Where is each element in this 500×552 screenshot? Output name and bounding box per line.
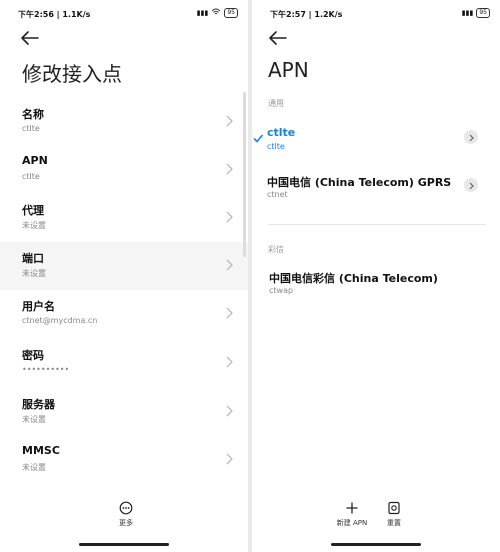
apn-item-gprs[interactable]: 中国电信 (China Telecom) GPRS ctnet — [252, 166, 500, 210]
home-indicator — [79, 543, 169, 546]
edit-apn-screen: 下午2:56 | 1.1K/s ▮▮▮ 95 修改接入点 名称 ctlte AP… — [0, 0, 248, 552]
field-mmsc[interactable]: MMSC 未设置 — [0, 436, 248, 484]
field-label: 端口 — [22, 252, 44, 265]
apn-list-screen: 下午2:57 | 1.2K/s ▮▮▮ 95 APN 通用 ctlte ctlt… — [252, 0, 500, 552]
field-name[interactable]: 名称 ctlte — [0, 98, 248, 146]
reset-label: 重置 — [387, 519, 401, 527]
chevron-right-icon — [226, 163, 233, 175]
field-value: 未设置 — [22, 269, 46, 278]
field-password[interactable]: 密码 •••••••••• — [0, 339, 248, 387]
field-server[interactable]: 服务器 未设置 — [0, 388, 248, 436]
status-time: 下午2:57 | 1.2K/s — [270, 10, 343, 19]
battery-icon: 95 — [476, 8, 490, 18]
field-label: 代理 — [22, 204, 44, 217]
page-title: APN — [268, 58, 309, 82]
field-value: 未设置 — [22, 463, 46, 472]
apn-value: ctnet — [267, 190, 288, 199]
apn-name: 中国电信彩信 (China Telecom) — [269, 272, 438, 285]
wifi-icon — [211, 8, 221, 18]
check-icon — [253, 134, 264, 143]
status-bar: 下午2:57 | 1.2K/s ▮▮▮ 95 — [252, 8, 500, 22]
apn-item-ctlte[interactable]: ctlte ctlte — [252, 118, 500, 162]
section-divider — [268, 224, 486, 225]
field-value: 未设置 — [22, 415, 46, 424]
field-label: 密码 — [22, 349, 44, 362]
field-value: ctlte — [22, 172, 40, 181]
field-value: ctlte — [22, 124, 40, 133]
status-bar: 下午2:56 | 1.1K/s ▮▮▮ 95 — [0, 8, 248, 22]
plus-icon — [346, 502, 358, 514]
more-button[interactable]: 更多 — [106, 501, 146, 528]
apn-value: ctlte — [267, 142, 285, 151]
chevron-right-icon — [226, 115, 233, 127]
battery-icon: 95 — [224, 8, 238, 18]
field-value: ctnet@mycdma.cn — [22, 316, 98, 325]
chevron-right-icon — [469, 182, 474, 190]
chevron-right-icon — [469, 134, 474, 142]
reset-button[interactable]: 重置 — [382, 501, 406, 528]
status-icons: ▮▮▮ 95 — [462, 8, 490, 18]
field-label: 名称 — [22, 108, 44, 121]
field-label: APN — [22, 154, 48, 167]
field-proxy[interactable]: 代理 未设置 — [0, 194, 248, 242]
field-apn[interactable]: APN ctlte — [0, 146, 248, 194]
apn-name: 中国电信 (China Telecom) GPRS — [267, 176, 452, 189]
field-label: 用户名 — [22, 300, 55, 313]
back-arrow-icon[interactable] — [20, 30, 40, 46]
apn-detail-button[interactable] — [464, 178, 478, 192]
apn-name: ctlte — [267, 126, 296, 139]
field-port[interactable]: 端口 未设置 — [0, 242, 248, 290]
apn-item-mms[interactable]: 中国电信彩信 (China Telecom) ctwap — [254, 262, 500, 306]
apn-detail-button[interactable] — [464, 130, 478, 144]
home-indicator — [331, 543, 421, 546]
page-title: 修改接入点 — [22, 62, 122, 86]
field-value: •••••••••• — [22, 365, 70, 374]
reset-icon — [388, 501, 400, 515]
back-arrow-icon[interactable] — [268, 30, 288, 46]
field-value: 未设置 — [22, 221, 46, 230]
field-label: 服务器 — [22, 398, 55, 411]
chevron-right-icon — [226, 307, 233, 319]
section-general: 通用 — [268, 99, 284, 108]
chevron-right-icon — [226, 356, 233, 368]
more-label: 更多 — [119, 519, 133, 527]
status-time: 下午2:56 | 1.1K/s — [18, 10, 91, 19]
status-icons: ▮▮▮ 95 — [197, 8, 238, 18]
more-icon — [119, 501, 133, 515]
chevron-right-icon — [226, 211, 233, 223]
field-label: MMSC — [22, 444, 60, 457]
chevron-right-icon — [226, 259, 233, 271]
chevron-right-icon — [226, 405, 233, 417]
chevron-right-icon — [226, 453, 233, 465]
field-username[interactable]: 用户名 ctnet@mycdma.cn — [0, 290, 248, 338]
section-mms: 彩信 — [268, 245, 284, 254]
scrollbar[interactable] — [243, 92, 246, 257]
apn-value: ctwap — [269, 286, 294, 295]
new-apn-button[interactable]: 新建 APN — [334, 501, 370, 528]
signal-icon: ▮▮▮ — [461, 9, 474, 17]
signal-icon: ▮▮▮ — [196, 9, 209, 17]
new-apn-label: 新建 APN — [336, 519, 368, 527]
